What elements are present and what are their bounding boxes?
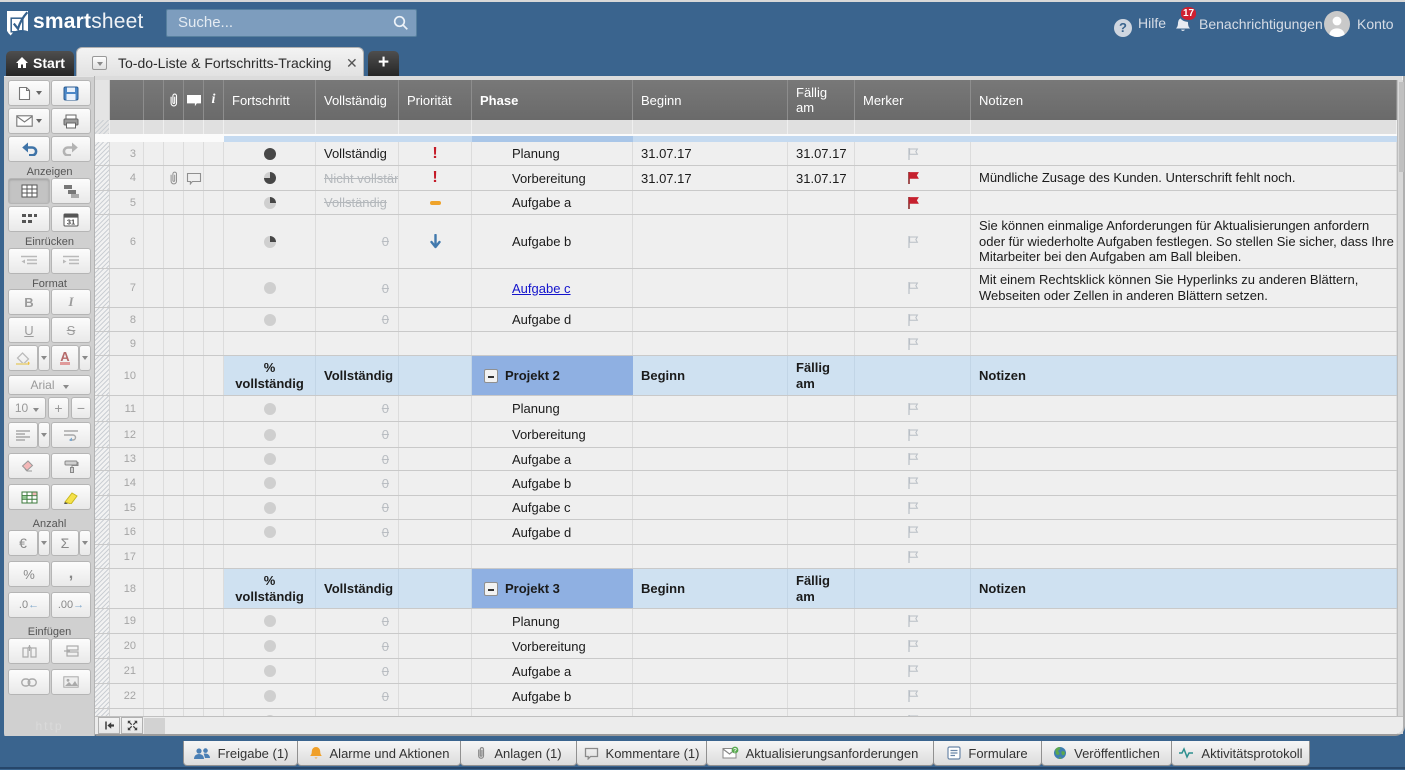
svg-text:?: ? (733, 747, 737, 754)
svg-text:31: 31 (67, 217, 75, 226)
